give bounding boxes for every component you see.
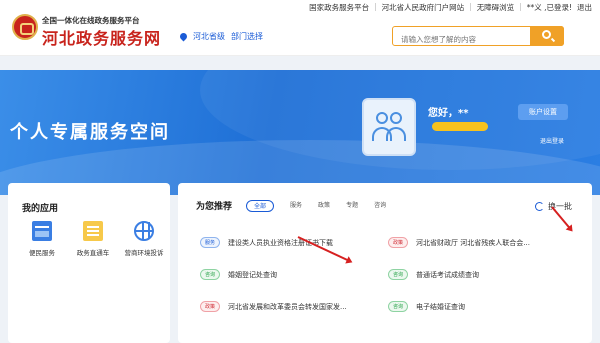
category-tag: 咨询 xyxy=(388,301,409,312)
dept-select[interactable]: 部门选择 xyxy=(231,31,263,42)
app-business-complaint[interactable]: 营商环境投诉 xyxy=(120,221,168,257)
list-item[interactable]: 咨询 婚姻登记处查询 xyxy=(200,269,277,280)
category-tag: 政策 xyxy=(388,237,409,248)
brand-title[interactable]: 河北政务服务网 xyxy=(42,25,161,49)
users-icon-part xyxy=(386,127,406,141)
chip-topic[interactable]: 专题 xyxy=(346,200,358,212)
app-convenience-service[interactable]: 便民服务 xyxy=(18,221,66,257)
recommendations-card: 为您推荐 全部 服务 政策 专题 咨询 换一批 服务 建设类人员执业资格注册证书… xyxy=(178,183,592,343)
category-tag: 政策 xyxy=(200,301,221,312)
site-header: 全国一体化在线政务服务平台 河北政务服务网 河北省级 部门选择 xyxy=(0,12,600,56)
category-tag: 服务 xyxy=(200,237,221,248)
banner-title: 个人专属服务空间 xyxy=(10,122,170,143)
users-icon-part xyxy=(390,112,402,124)
app-label: 营商环境投诉 xyxy=(124,249,164,257)
item-link[interactable]: 河北省财政厅 河北省残疾人联合会... xyxy=(416,238,530,248)
province-select[interactable]: 河北省级 xyxy=(193,31,225,42)
avatar xyxy=(362,98,416,156)
item-link[interactable]: 电子结婚证查询 xyxy=(416,302,465,312)
window-icon xyxy=(32,221,52,241)
verification-badge xyxy=(432,122,488,131)
list-item[interactable]: 政策 河北省发展和改革委员会转发国家发... xyxy=(200,301,347,312)
recommendations-header: 为您推荐 全部 服务 政策 专题 咨询 xyxy=(196,199,402,212)
user-greeting: 您好，** xyxy=(428,108,469,119)
chip-policy[interactable]: 政策 xyxy=(318,200,330,212)
globe-icon xyxy=(134,221,154,241)
recommendation-list: 服务 建设类人员执业资格注册证书下载 政策 河北省财政厅 河北省残疾人联合会..… xyxy=(192,231,582,331)
my-apps-title: 我的应用 xyxy=(22,204,59,214)
app-label: 政务直通车 xyxy=(76,249,110,257)
emblem-logo-icon[interactable] xyxy=(12,14,38,40)
user-panel: 您好，** 账户设置 退出登录 xyxy=(362,98,578,156)
search-box xyxy=(392,26,564,49)
list-item[interactable]: 咨询 电子结婚证查询 xyxy=(388,301,465,312)
chip-consult[interactable]: 咨询 xyxy=(374,200,386,212)
app-gov-express[interactable]: 政务直通车 xyxy=(69,221,117,257)
item-link[interactable]: 婚姻登记处查询 xyxy=(228,270,277,280)
chip-all[interactable]: 全部 xyxy=(246,199,275,212)
location-selector: 河北省级 部门选择 xyxy=(178,31,263,42)
list-item[interactable]: 政策 河北省财政厅 河北省残疾人联合会... xyxy=(388,237,530,248)
item-link[interactable]: 河北省发展和改革委员会转发国家发... xyxy=(228,302,347,312)
recommendations-title: 为您推荐 xyxy=(196,202,233,212)
list-item[interactable]: 咨询 普通话考试成绩查询 xyxy=(388,269,479,280)
search-button[interactable] xyxy=(530,26,564,46)
category-tag: 咨询 xyxy=(200,269,221,280)
search-input[interactable] xyxy=(393,30,525,49)
apps-list: 便民服务 政务直通车 营商环境投诉 xyxy=(18,221,168,257)
item-link[interactable]: 普通话考试成绩查询 xyxy=(416,270,479,280)
location-pin-icon xyxy=(178,31,189,42)
search-icon xyxy=(542,30,551,39)
account-settings-button[interactable]: 账户设置 xyxy=(518,104,568,120)
app-label: 便民服务 xyxy=(29,249,55,257)
chip-service[interactable]: 服务 xyxy=(290,200,302,212)
document-icon xyxy=(83,221,103,241)
logout-button[interactable]: 退出登录 xyxy=(540,136,564,145)
category-tag: 咨询 xyxy=(388,269,409,280)
top-utility-bar: 国家政务服务平台 | 河北省人民政府门户网站 | 无障碍浏览 | **义 ,已登… xyxy=(0,0,600,12)
refresh-icon xyxy=(535,202,544,211)
my-apps-card: 我的应用 便民服务 政务直通车 营商环境投诉 xyxy=(8,183,170,343)
users-icon xyxy=(376,112,388,124)
